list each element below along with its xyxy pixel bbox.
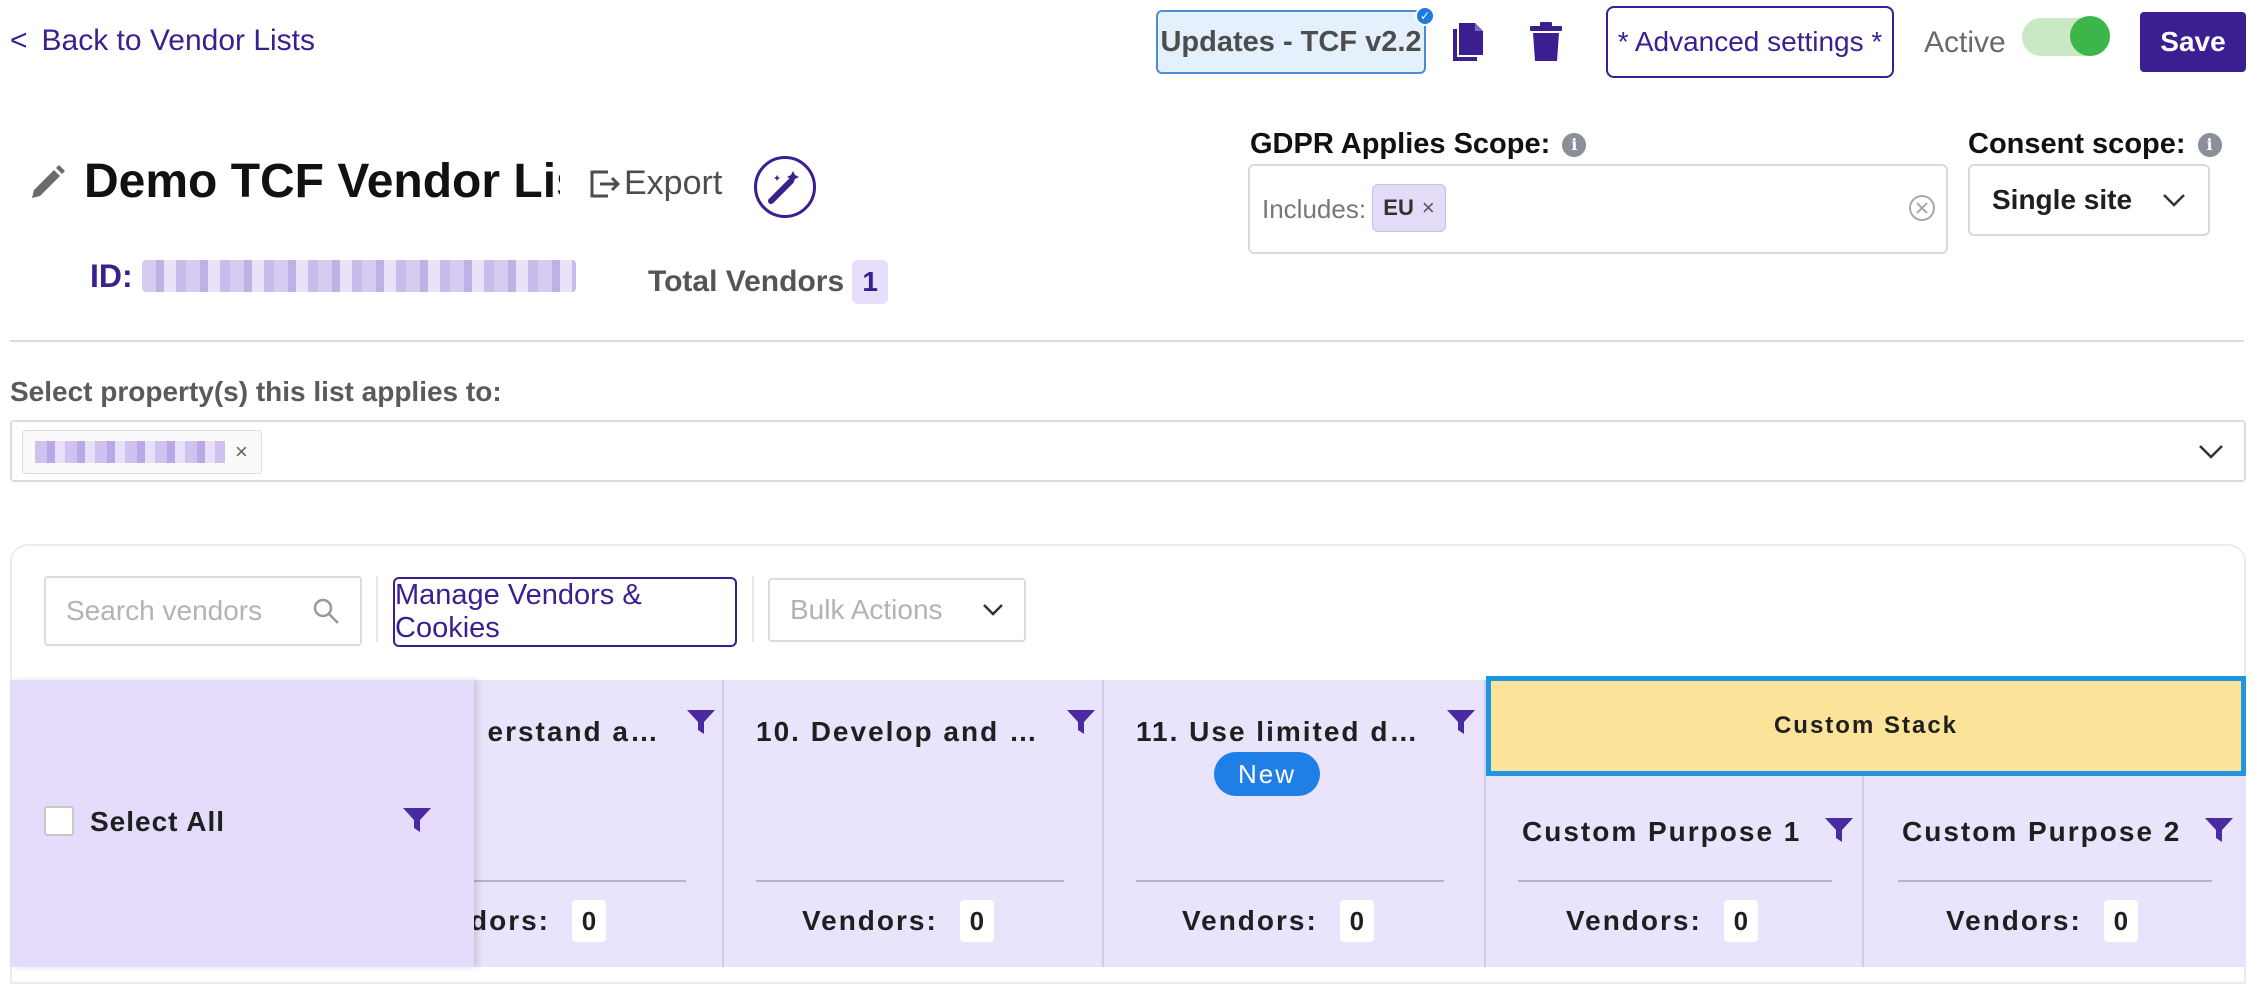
custom-stack-header[interactable]: Custom Stack bbox=[1486, 676, 2246, 776]
search-vendors-input[interactable]: Search vendors bbox=[44, 576, 362, 646]
select-all-label: Select All bbox=[90, 806, 226, 837]
column-divider bbox=[1518, 880, 1832, 882]
properties-label: Select property(s) this list applies to: bbox=[10, 376, 502, 407]
check-badge-icon: ✓ bbox=[1415, 6, 1435, 26]
redacted-property bbox=[35, 441, 225, 463]
redacted-id bbox=[142, 260, 576, 292]
copy-icon[interactable] bbox=[1446, 18, 1490, 66]
close-icon[interactable]: × bbox=[235, 439, 248, 465]
toolbar-separator bbox=[752, 576, 754, 642]
column-title: Custom Purpose 2 bbox=[1902, 816, 2182, 847]
search-icon bbox=[313, 598, 339, 624]
save-button[interactable]: Save bbox=[2140, 12, 2246, 72]
includes-label: Includes: bbox=[1262, 194, 1367, 224]
consent-scope-label: Consent scope: i bbox=[1968, 128, 2222, 161]
active-label: Active bbox=[1924, 26, 2006, 59]
id-label: ID: bbox=[90, 258, 133, 294]
chevron-down-icon bbox=[983, 604, 1003, 616]
vendors-count: 0 bbox=[959, 900, 994, 942]
chevron-down-icon[interactable] bbox=[2196, 436, 2226, 466]
vendors-label: Vendors: bbox=[1182, 905, 1318, 936]
column-separator bbox=[1102, 680, 1104, 967]
column-divider bbox=[1898, 880, 2212, 882]
info-icon[interactable]: i bbox=[1562, 132, 1587, 157]
properties-select[interactable] bbox=[10, 420, 2246, 482]
vendors-label: Vendors: bbox=[802, 905, 938, 936]
magic-wand-icon[interactable] bbox=[754, 156, 816, 218]
export-label: Export bbox=[624, 164, 723, 202]
export-icon bbox=[590, 170, 620, 197]
toolbar-separator bbox=[376, 576, 378, 642]
vendors-label: dors: bbox=[470, 905, 550, 936]
total-vendors: Total Vendors 1 bbox=[648, 260, 889, 304]
vendors-count: 0 bbox=[572, 900, 606, 942]
active-toggle-knob[interactable] bbox=[2070, 16, 2110, 56]
bulk-actions-select[interactable]: Bulk Actions bbox=[768, 578, 1026, 642]
filter-icon[interactable] bbox=[686, 708, 716, 736]
column-divider bbox=[1136, 880, 1444, 882]
chevron-left-icon: < bbox=[10, 24, 28, 57]
column-vendors: dors: 0 bbox=[470, 900, 606, 942]
new-badge: New bbox=[1214, 752, 1320, 796]
trash-icon[interactable] bbox=[1524, 18, 1568, 66]
updates-tcf-button[interactable]: Updates - TCF v2.2 bbox=[1156, 10, 1426, 74]
column-divider bbox=[756, 880, 1064, 882]
filter-icon[interactable] bbox=[1066, 708, 1096, 736]
eu-tag-label: EU bbox=[1383, 195, 1414, 220]
bulk-actions-placeholder: Bulk Actions bbox=[790, 594, 943, 625]
column-vendors: Vendors: 0 bbox=[1946, 900, 2138, 942]
vendors-label: Vendors: bbox=[1946, 905, 2082, 936]
gdpr-scope-text: GDPR Applies Scope: bbox=[1250, 128, 1551, 160]
manage-vendors-cookies-button[interactable]: Manage Vendors & Cookies bbox=[393, 577, 737, 647]
consent-scope-value: Single site bbox=[1992, 184, 2133, 215]
vendor-list-title[interactable]: Demo TCF Vendor List bbox=[84, 154, 560, 209]
column-separator bbox=[722, 680, 724, 967]
consent-scope-text: Consent scope: bbox=[1968, 128, 2186, 160]
filter-icon[interactable] bbox=[2204, 816, 2234, 844]
vendors-count: 0 bbox=[1723, 900, 1758, 942]
advanced-settings-button[interactable]: * Advanced settings * bbox=[1606, 6, 1894, 78]
total-vendors-label: Total Vendors bbox=[648, 265, 845, 298]
export-button[interactable]: Export bbox=[588, 164, 722, 203]
column-divider bbox=[470, 880, 686, 882]
column-vendors: Vendors: 0 bbox=[802, 900, 994, 942]
select-all-checkbox[interactable] bbox=[44, 806, 74, 836]
back-link-label: Back to Vendor Lists bbox=[41, 24, 316, 57]
pencil-icon[interactable] bbox=[28, 162, 68, 202]
info-icon[interactable]: i bbox=[2197, 132, 2222, 157]
back-to-vendor-lists-link[interactable]: < Back to Vendor Lists bbox=[10, 24, 315, 58]
vendors-label: Vendors: bbox=[1566, 905, 1702, 936]
column-vendors: Vendors: 0 bbox=[1182, 900, 1374, 942]
eu-tag[interactable]: EU × bbox=[1372, 184, 1446, 232]
column-title: 10. Develop and … bbox=[756, 716, 1039, 747]
column-title: 11. Use limited d… bbox=[1136, 716, 1420, 747]
gdpr-scope-label: GDPR Applies Scope: i bbox=[1250, 128, 1587, 161]
clear-circle-icon[interactable] bbox=[1906, 192, 1938, 224]
consent-scope-select[interactable]: Single site bbox=[1968, 164, 2210, 236]
chevron-down-icon bbox=[2163, 194, 2185, 207]
filter-icon[interactable] bbox=[1446, 708, 1476, 736]
divider bbox=[10, 340, 2244, 342]
column-vendors: Vendors: 0 bbox=[1566, 900, 1758, 942]
filter-icon[interactable] bbox=[1824, 816, 1854, 844]
close-icon[interactable]: × bbox=[1422, 195, 1435, 221]
total-vendors-count: 1 bbox=[852, 260, 889, 304]
column-separator bbox=[1862, 776, 1864, 967]
vendors-count: 0 bbox=[2103, 900, 2138, 942]
filter-icon[interactable] bbox=[402, 806, 432, 834]
column-title: Custom Purpose 1 bbox=[1522, 816, 1802, 847]
search-placeholder: Search vendors bbox=[66, 595, 263, 626]
property-tag[interactable]: × bbox=[22, 430, 262, 474]
vendors-count: 0 bbox=[1339, 900, 1374, 942]
